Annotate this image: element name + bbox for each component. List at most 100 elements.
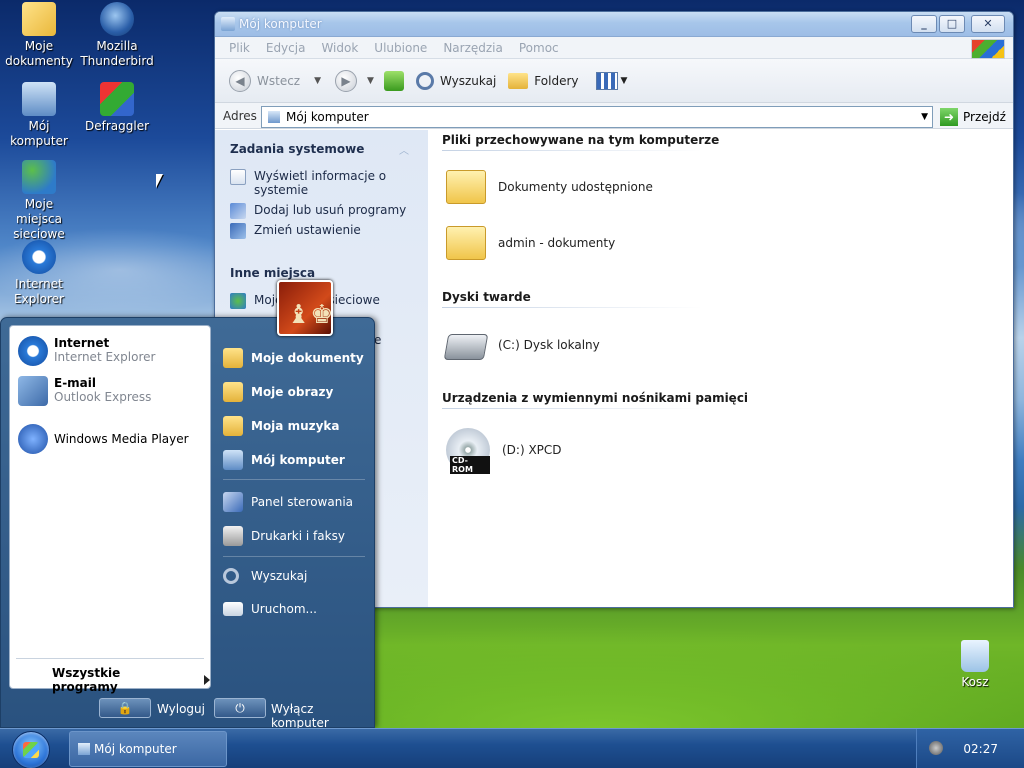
menu-tools[interactable]: Narzędzia xyxy=(443,41,503,55)
taskbar-item-label: Mój komputer xyxy=(94,742,177,756)
item-label: (C:) Dysk lokalny xyxy=(498,338,600,352)
start-my-computer[interactable]: Mój komputer xyxy=(223,450,345,470)
desktop-icon-recycle-bin[interactable]: Kosz xyxy=(936,640,1014,690)
pinned-internet[interactable]: Internet Internet Explorer xyxy=(18,336,155,366)
address-field[interactable]: Mój komputer ▼ xyxy=(261,106,933,128)
forward-arrow-icon[interactable]: ▶ xyxy=(335,69,358,92)
task-change-setting[interactable]: Zmień ustawienie xyxy=(230,223,361,239)
run-icon xyxy=(223,602,243,616)
windows-logo-icon xyxy=(23,742,39,758)
cd-rom-badge: CD-ROM xyxy=(450,456,490,474)
go-arrow-icon[interactable]: ➜ xyxy=(940,108,958,126)
task-add-remove-programs[interactable]: Dodaj lub usuń programy xyxy=(230,203,406,219)
collapse-chevron-icon[interactable]: ︿ xyxy=(399,142,409,157)
minimize-button[interactable]: _ xyxy=(911,15,937,33)
forward-dropdown-icon[interactable]: ▼ xyxy=(367,76,374,86)
start-item-label: Moje dokumenty xyxy=(251,351,364,365)
group-divider xyxy=(442,408,702,409)
user-avatar[interactable]: ♝♚ xyxy=(277,280,334,336)
menu-edit[interactable]: Edycja xyxy=(266,41,306,55)
views-dropdown-icon[interactable]: ▼ xyxy=(620,76,627,86)
desktop-icon-label: Thunderbird xyxy=(80,54,154,68)
start-item-label: Wyszukaj xyxy=(251,569,308,583)
logoff-button[interactable]: Wyloguj xyxy=(157,702,205,716)
pinned-media-player[interactable]: Windows Media Player xyxy=(18,424,189,454)
cd-rom-icon: CD-ROM xyxy=(446,428,490,474)
start-menu-separator xyxy=(223,479,365,480)
internet-explorer-icon xyxy=(22,240,56,274)
task-system-info[interactable]: Wyświetl informacje o systemie xyxy=(230,169,410,197)
control-panel-icon xyxy=(223,492,243,512)
thunderbird-icon xyxy=(100,2,134,36)
desktop-icon-internet-explorer[interactable]: Internet Explorer xyxy=(0,240,78,307)
system-tasks-title[interactable]: Zadania systemowe xyxy=(230,142,364,156)
media-player-icon xyxy=(18,424,48,454)
start-menu-pinned-pane: Internet Internet Explorer E-mail Outlook … xyxy=(9,325,211,694)
start-button[interactable] xyxy=(12,731,50,768)
menu-view[interactable]: Widok xyxy=(321,41,358,55)
address-dropdown-icon[interactable]: ▼ xyxy=(921,112,928,122)
mouse-cursor-icon xyxy=(156,174,163,188)
start-run[interactable]: Uruchom... xyxy=(223,602,317,616)
task-label: Zmień ustawienie xyxy=(254,223,361,237)
start-my-documents[interactable]: Moje dokumenty xyxy=(223,348,364,368)
desktop-icon-thunderbird[interactable]: Mozilla Thunderbird xyxy=(78,2,156,69)
back-arrow-icon[interactable]: ◀ xyxy=(229,69,251,92)
desktop-icon-my-computer[interactable]: Mój komputer xyxy=(0,82,78,149)
item-shared-documents[interactable]: Dokumenty udostępnione xyxy=(446,170,653,204)
go-button[interactable]: Przejdź xyxy=(963,110,1006,124)
menu-file[interactable]: Plik xyxy=(229,41,250,55)
start-search[interactable]: Wyszukaj xyxy=(223,568,307,584)
start-menu-divider xyxy=(16,658,204,659)
address-label: Adres xyxy=(223,108,257,123)
chess-pieces-icon: ♝♚ xyxy=(287,300,334,330)
start-item-label: Panel sterowania xyxy=(251,495,353,509)
close-button[interactable]: ✕ xyxy=(971,15,1005,33)
start-my-pictures[interactable]: Moje obrazy xyxy=(223,382,333,402)
taskbar-item-my-computer[interactable]: Mój komputer xyxy=(69,731,227,767)
shutdown-button[interactable]: Wyłącz komputer xyxy=(271,702,374,730)
my-computer-icon xyxy=(22,82,56,116)
search-button[interactable]: Wyszukaj xyxy=(440,74,496,88)
toolbar: ◀ Wstecz ▼ ▶ ▼ Wyszukaj Foldery ▼ xyxy=(215,59,1013,103)
maximize-button[interactable]: □ xyxy=(939,15,965,33)
pinned-email[interactable]: E-mail Outlook Express xyxy=(18,376,151,406)
views-icon[interactable] xyxy=(596,71,619,90)
all-programs-button[interactable]: Wszystkie programy xyxy=(52,666,210,694)
outlook-express-icon xyxy=(18,376,48,406)
place-label-tail: sieciowe xyxy=(328,293,380,307)
my-documents-icon xyxy=(223,348,243,368)
start-item-label: Mój komputer xyxy=(251,453,345,467)
item-drive-d[interactable]: CD-ROM (D:) XPCD xyxy=(446,428,562,474)
item-admin-documents[interactable]: admin - dokumenty xyxy=(446,226,615,260)
desktop-icon-label: Moje xyxy=(24,39,54,53)
system-info-icon xyxy=(230,169,246,185)
volume-icon[interactable] xyxy=(929,741,943,755)
desktop-icon-label: Mój komputer xyxy=(10,119,68,148)
desktop-icon-network-places[interactable]: Moje miejsca sieciowe xyxy=(0,160,78,242)
my-pictures-icon xyxy=(223,382,243,402)
defraggler-icon xyxy=(100,82,134,116)
power-icon[interactable]: ⏻ xyxy=(214,698,266,718)
group-title-removable: Urządzenia z wymiennymi nośnikami pamięc… xyxy=(442,391,749,405)
menu-help[interactable]: Pomoc xyxy=(519,41,559,55)
other-places-title[interactable]: Inne miejsca xyxy=(230,266,315,280)
folders-button[interactable]: Foldery xyxy=(534,74,578,88)
desktop-icon-defraggler[interactable]: Defraggler xyxy=(78,82,156,134)
back-dropdown-icon[interactable]: ▼ xyxy=(314,76,321,86)
clock[interactable]: 02:27 xyxy=(963,742,998,756)
window-titlebar[interactable]: Mój komputer xyxy=(215,12,1013,37)
search-icon xyxy=(223,568,239,584)
start-control-panel[interactable]: Panel sterowania xyxy=(223,492,353,512)
up-folder-icon[interactable] xyxy=(383,70,404,91)
desktop-icon-my-documents[interactable]: Moje dokumenty xyxy=(0,2,78,69)
search-icon[interactable] xyxy=(415,71,434,90)
content-pane: Pliki przechowywane na tym komputerze Do… xyxy=(428,130,1013,607)
menu-favorites[interactable]: Ulubione xyxy=(374,41,427,55)
start-printers[interactable]: Drukarki i faksy xyxy=(223,526,345,546)
back-button[interactable]: Wstecz xyxy=(257,74,300,88)
item-drive-c[interactable]: (C:) Dysk lokalny xyxy=(443,330,600,360)
start-my-music[interactable]: Moja muzyka xyxy=(223,416,340,436)
folders-icon[interactable] xyxy=(508,72,529,89)
lock-icon[interactable]: 🔒 xyxy=(99,698,151,718)
